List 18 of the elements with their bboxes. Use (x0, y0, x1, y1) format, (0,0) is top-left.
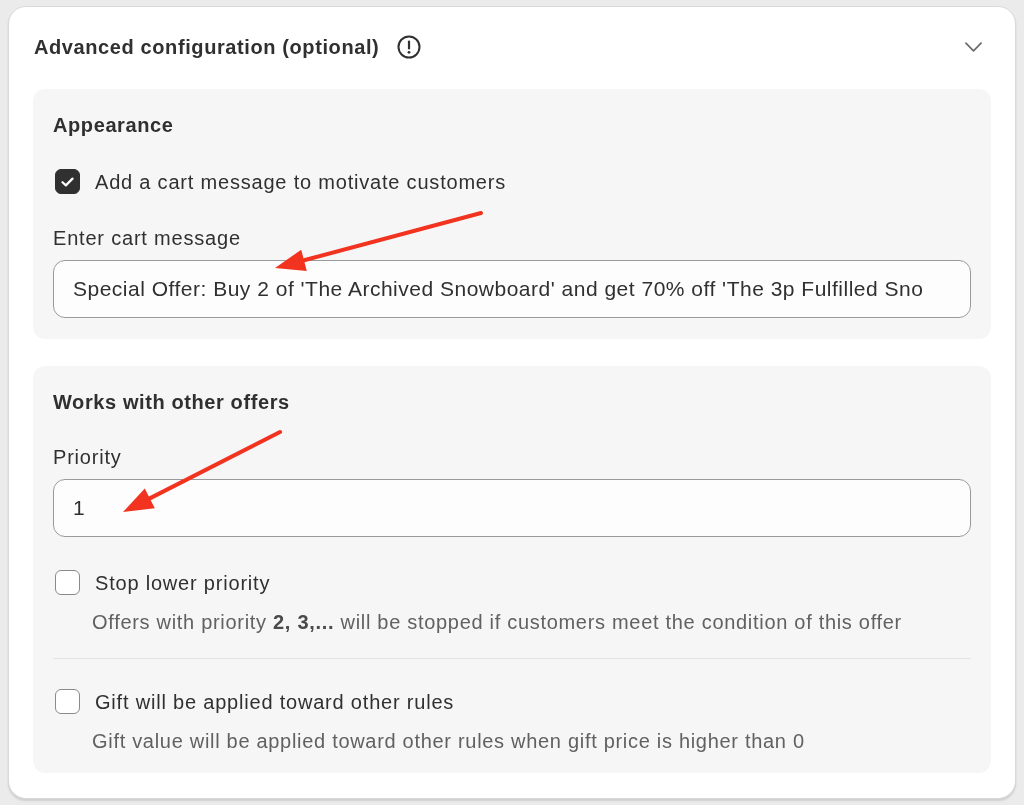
chevron-down-icon[interactable] (965, 42, 982, 52)
field-label: Priority (53, 446, 123, 468)
exclamation-circle-icon (397, 35, 422, 59)
checkmark-icon (61, 176, 74, 187)
help-text: Gift value will be applied toward other rules when gift price is higher than 0 (92, 730, 806, 752)
panel-title: Advanced configuration (optional) (34, 35, 380, 59)
text-field[interactable]: Special Offer: Buy 2 of 'The Archived Snowboard' and get 70% off 'The 3p Fulfilled Sno (53, 260, 971, 318)
group-title: Appearance (53, 114, 175, 136)
checkbox-label[interactable]: Add a cart message to motivate customers (95, 169, 507, 194)
checkbox[interactable] (55, 570, 80, 595)
help-text: Offers with priority 2, 3,... will be stopped if customers meet the condition of this offer (92, 611, 903, 633)
group-title: Works with other offers (53, 391, 291, 413)
checkbox-label[interactable]: Gift will be applied toward other rules (95, 689, 455, 714)
text-field[interactable]: 1 (53, 479, 971, 537)
checkbox[interactable] (55, 169, 80, 194)
checkbox[interactable] (55, 689, 80, 714)
checkbox-label[interactable]: Stop lower priority (95, 570, 271, 595)
field-label: Enter cart message (53, 227, 242, 249)
